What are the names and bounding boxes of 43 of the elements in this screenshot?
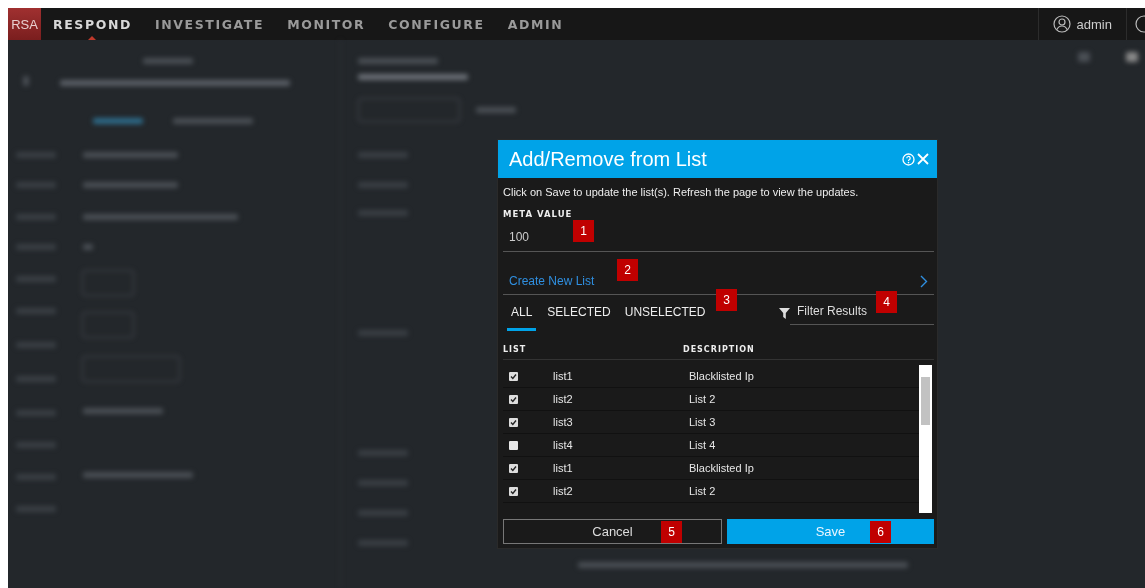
list-description: List 3	[689, 416, 717, 428]
callout-badge: 5	[661, 521, 682, 543]
checkbox[interactable]	[509, 440, 518, 450]
filter-tab[interactable]: ALL	[507, 295, 537, 331]
checkbox[interactable]	[509, 371, 518, 381]
nav-tab[interactable]: CONFIGURE	[376, 8, 496, 40]
scrollbar[interactable]	[919, 365, 932, 513]
nav-tab[interactable]: MONITOR	[275, 8, 377, 40]
column-header: LIST	[503, 345, 528, 354]
callout-badge: 4	[876, 291, 897, 313]
list-name: list2	[553, 485, 574, 497]
callout-badge: 1	[573, 220, 594, 242]
checkbox[interactable]	[509, 486, 518, 496]
list-description: Blacklisted Ip	[689, 462, 755, 474]
callout-badge: 2	[617, 259, 638, 281]
filter-icon	[779, 307, 790, 319]
dialog-title: Add/Remove from List	[509, 147, 708, 171]
dialog-description: Click on Save to update the list(s). Refresh the page to view the updates.	[503, 186, 860, 198]
field-label: META VALUE	[503, 209, 574, 219]
checkbox[interactable]	[509, 463, 518, 473]
nav-tab[interactable]: INVESTIGATE	[143, 8, 276, 40]
checkbox[interactable]	[509, 417, 518, 427]
list-name: list2	[553, 393, 574, 405]
callout-badge: 6	[870, 521, 891, 543]
column-header: DESCRIPTION	[683, 345, 756, 354]
list-name: list4	[553, 439, 574, 451]
user-icon	[1052, 15, 1071, 33]
filter-tab[interactable]: UNSELECTED	[621, 295, 709, 331]
callout-badge: 3	[716, 289, 737, 311]
rsa-logo: RSA	[8, 8, 41, 40]
list-name: list1	[553, 370, 574, 382]
list-description: List 2	[689, 393, 717, 405]
close-icon[interactable]	[917, 153, 929, 165]
list-description: Blacklisted Ip	[689, 370, 755, 382]
chevron-right-icon[interactable]	[920, 274, 928, 288]
checkbox[interactable]	[509, 394, 518, 404]
filter-tab[interactable]: SELECTED	[544, 295, 614, 331]
nav-tab[interactable]: ADMIN	[495, 8, 575, 40]
list-description: List 4	[689, 439, 717, 451]
list-name: list3	[553, 416, 574, 428]
list-name: list1	[553, 462, 574, 474]
list-description: List 2	[689, 485, 717, 497]
create-new-list-link[interactable]: Create New List	[509, 258, 595, 288]
